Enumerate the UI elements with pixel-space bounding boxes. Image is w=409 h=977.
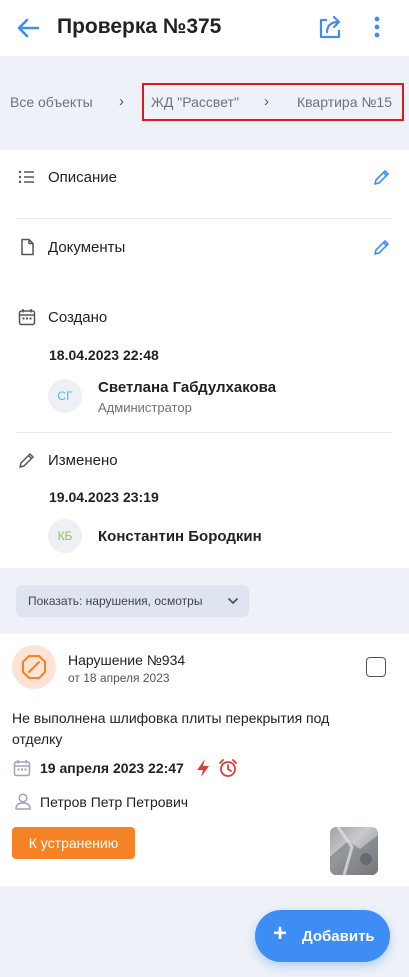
prohibited-icon [12,645,56,689]
violation-card[interactable]: Нарушение №934 от 18 апреля 2023 Не выпо… [0,634,409,886]
violation-assignee: Петров Петр Петрович [40,794,189,810]
file-icon [21,238,34,256]
plus-icon: + [273,920,288,947]
chevron-right-icon: › [119,93,124,110]
created-label: Создано [48,309,108,326]
app-header: Проверка №375 [0,0,409,56]
divider [16,432,392,433]
inspection-info-card: Описание Документы Создано 18.04.2023 22… [0,150,409,568]
modified-by-name: Константин Бородкин [98,528,262,545]
chevron-down-icon [228,598,238,604]
violation-due-date: 19 апреля 2023 22:47 [40,760,184,776]
more-vertical-icon[interactable] [367,14,387,42]
alarm-icon [219,759,237,777]
modified-label: Изменено [48,452,118,469]
divider [16,218,392,219]
filter-dropdown[interactable]: Показать: нарушения, осмотры [16,585,249,617]
description-label[interactable]: Описание [48,169,117,186]
created-by-name: Светлана Габдулхакова [98,379,277,396]
violation-checkbox[interactable] [366,657,386,677]
highlight-box [142,83,404,121]
calendar-icon [13,760,31,777]
add-button[interactable]: + Добавить [255,910,390,962]
lightning-icon [197,759,209,777]
share-icon[interactable] [316,12,344,42]
calendar-icon [18,309,36,326]
violation-date: от 18 апреля 2023 [68,671,170,685]
documents-label[interactable]: Документы [48,239,125,256]
edit-documents-pencil-icon[interactable] [373,238,391,256]
arrow-left-icon[interactable] [14,14,42,42]
violation-description: Не выполнена шлифовка плиты перекрытия п… [12,710,330,747]
add-button-label: Добавить [302,928,375,945]
created-date: 18.04.2023 22:48 [49,347,159,363]
user-icon [15,793,31,810]
created-by-role: Администратор [98,400,192,415]
avatar: КБ [48,519,82,553]
list-icon [18,170,34,184]
status-badge[interactable]: К устранению [12,827,135,859]
filter-label: Показать: нарушения, осмотры [28,594,203,608]
pencil-icon [19,453,34,468]
violation-photo-thumbnail[interactable] [330,827,378,875]
edit-description-pencil-icon[interactable] [373,168,391,186]
page-title: Проверка №375 [57,15,222,38]
violation-title: Нарушение №934 [68,652,186,668]
modified-date: 19.04.2023 23:19 [49,489,159,505]
breadcrumb-item-all-objects[interactable]: Все объекты [10,94,93,110]
avatar: СГ [48,379,82,413]
